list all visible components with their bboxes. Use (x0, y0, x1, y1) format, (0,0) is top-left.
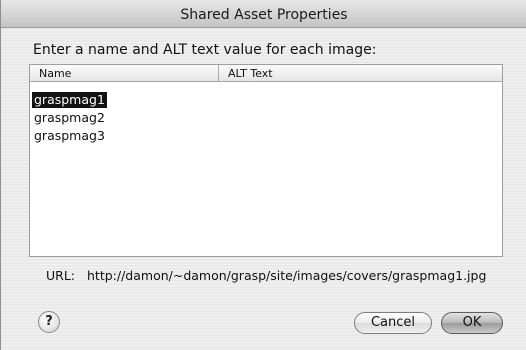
table-header: Name ALT Text (30, 65, 502, 82)
cancel-button[interactable]: Cancel (354, 312, 432, 334)
cell-name[interactable]: graspmag2 (32, 110, 107, 126)
instruction-label: Enter a name and ALT text value for each… (33, 42, 377, 58)
table-row[interactable]: graspmag3 (30, 127, 502, 145)
url-value: http://damon/~damon/grasp/site/images/co… (87, 268, 487, 283)
help-button[interactable]: ? (38, 311, 60, 333)
column-header-alt-text[interactable]: ALT Text (228, 67, 273, 80)
title-bar[interactable]: Shared Asset Properties (1, 0, 526, 28)
column-divider (218, 65, 219, 82)
table-row[interactable]: graspmag1 (30, 91, 502, 109)
window-title: Shared Asset Properties (180, 7, 348, 23)
assets-table: Name ALT Text graspmag1 graspmag2 graspm… (29, 64, 503, 257)
table-row[interactable]: graspmag2 (30, 109, 502, 127)
column-header-name[interactable]: Name (39, 67, 71, 80)
url-display: URL: http://damon/~damon/grasp/site/imag… (46, 268, 486, 283)
cell-name[interactable]: graspmag3 (32, 128, 107, 144)
cell-name[interactable]: graspmag1 (32, 92, 107, 108)
ok-button[interactable]: OK (441, 312, 503, 334)
url-label: URL: (46, 268, 76, 283)
shared-asset-properties-dialog: Shared Asset Properties Enter a name and… (0, 0, 526, 350)
